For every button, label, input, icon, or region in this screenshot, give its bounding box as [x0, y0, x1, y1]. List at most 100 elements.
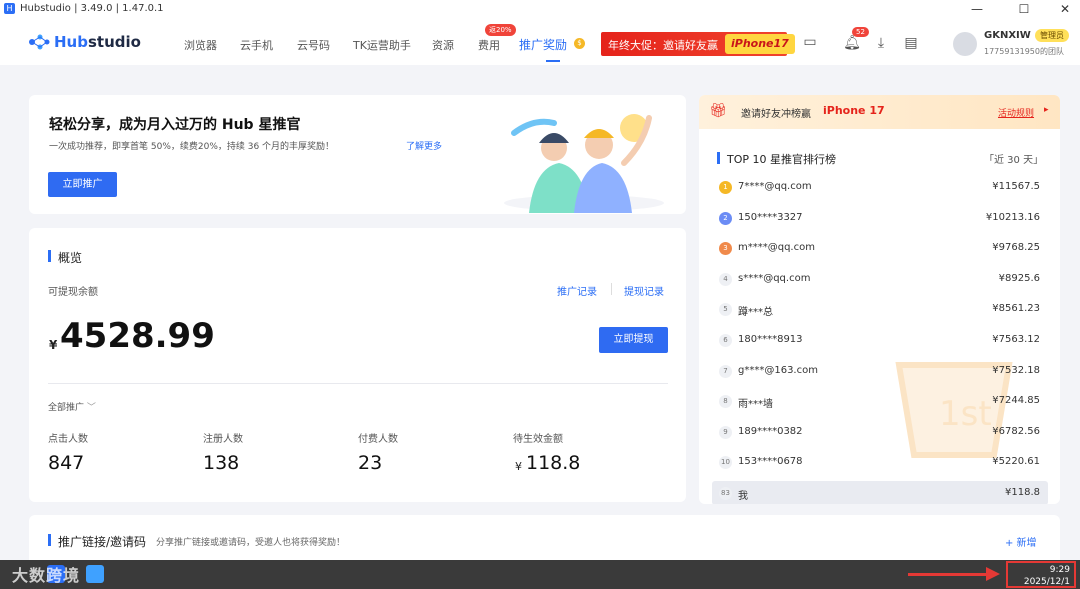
rank-name: 我 — [738, 491, 748, 502]
rank-name: 7****@qq.com — [738, 181, 812, 192]
active-tab-indicator — [546, 60, 560, 62]
top-nav: Hubstudio 浏览器 云手机 云号码 TK运营助手 资源 费用 返20% … — [0, 18, 1080, 65]
balance-label: 可提现余额 — [48, 287, 98, 298]
rank-number: 1 — [719, 181, 732, 194]
nav-resources[interactable]: 资源 — [432, 37, 454, 53]
pending-currency: ¥ — [515, 460, 522, 473]
ranking-row: 8 雨***墙 ¥7244.85 — [712, 389, 1048, 413]
my-ranking-row: 83 我 ¥118.8 — [712, 481, 1048, 504]
ranking-row: 6 180****8913 ¥7563.12 — [712, 328, 1048, 352]
links-subtitle: 分享推广链接或邀请码，受邀人也将获得奖励！ — [156, 538, 346, 548]
ranking-title: TOP 10 星推官排行榜 — [727, 153, 837, 166]
balance-value: 4528.99 — [60, 316, 215, 356]
stat-label-pending: 待生效金额 — [513, 434, 563, 445]
filter-dropdown[interactable]: 全部推广 ﹀ — [48, 400, 96, 413]
rank-name: 雨***墙 — [738, 399, 773, 411]
learn-more-link[interactable]: 了解更多 — [406, 139, 442, 152]
hero-subtitle: 一次成功推荐，即享首笔 50%，续费20%，持续 36 个月的丰厚奖励！ — [49, 142, 335, 152]
section-marker — [48, 250, 51, 262]
coin-icon: $ — [574, 38, 585, 49]
taskbar-clock[interactable]: 9:29 2025/12/1 — [1006, 561, 1076, 588]
role-badge: 管理员 — [1035, 29, 1069, 42]
nav-cloud-number[interactable]: 云号码 — [297, 37, 330, 53]
taskbar-app-icon[interactable] — [86, 565, 104, 583]
divider — [48, 383, 668, 384]
ranking-row: 7 g****@163.com ¥7532.18 — [712, 359, 1048, 383]
rank-number: 6 — [719, 334, 732, 347]
rank-name: 蹲***总 — [738, 307, 773, 319]
promo-text: 年终大促：邀请好友赢 — [608, 39, 718, 52]
hero-illustration — [504, 114, 664, 213]
ranking-row: 5 蹲***总 ¥8561.23 — [712, 297, 1048, 321]
stat-value-pending: 118.8 — [526, 452, 581, 474]
withdraw-button[interactable]: 立即提现 — [599, 327, 668, 353]
rank-amount: ¥118.8 — [1005, 487, 1040, 498]
rank-amount: ¥8561.23 — [992, 303, 1040, 315]
watermark-logo: 大数跨境 — [12, 566, 81, 585]
nav-billing[interactable]: 费用 — [478, 37, 500, 53]
promo-prize: iPhone17 — [725, 34, 795, 54]
ranking-row: 3 m****@qq.com ¥9768.25 — [712, 236, 1048, 260]
brand-prefix: Hub — [54, 33, 88, 51]
rank-name: 153****0678 — [738, 456, 803, 468]
brand-logo-icon — [29, 34, 50, 50]
rank-amount: ¥5220.61 — [992, 456, 1040, 468]
stat-value-clicks: 847 — [48, 452, 85, 474]
nav-browser[interactable]: 浏览器 — [184, 37, 217, 53]
banner-text: 邀请好友冲榜赢 — [741, 109, 811, 120]
rank-amount: ¥9768.25 — [992, 242, 1040, 254]
rank-name: 189****0382 — [738, 425, 803, 437]
close-button[interactable]: ✕ — [1050, 0, 1080, 18]
section-marker — [717, 152, 720, 164]
avatar[interactable] — [953, 32, 977, 56]
ranking-banner: 🎁︎ 邀请好友冲榜赢 iPhone 17 活动规则 ▸ — [699, 95, 1060, 129]
team-name[interactable]: 17759131950的团队 — [984, 46, 1064, 57]
rank-amount: ¥7532.18 — [992, 364, 1040, 376]
rank-number: 5 — [719, 303, 732, 317]
promotion-records-link[interactable]: 推广记录 — [557, 283, 597, 298]
rank-number: 10 — [719, 456, 732, 470]
minimize-button[interactable]: — — [962, 0, 992, 18]
user-name: GKNXIW — [984, 30, 1031, 41]
links-title: 推广链接/邀请码 — [58, 535, 147, 549]
screen-icon[interactable]: ▭ — [800, 33, 820, 51]
stat-label-registrations: 注册人数 — [203, 434, 243, 445]
rank-number: 9 — [719, 425, 732, 439]
rank-name: g****@163.com — [738, 364, 818, 376]
nav-cloud-phone[interactable]: 云手机 — [240, 37, 273, 53]
maximize-button[interactable]: ☐ — [1009, 0, 1039, 18]
brand-suffix: studio — [87, 33, 141, 51]
ranking-row: 1 7****@qq.com ¥11567.5 — [712, 175, 1048, 199]
banner-prize: iPhone 17 — [823, 104, 885, 117]
nav-tk-assistant[interactable]: TK运营助手 — [353, 37, 411, 53]
ranking-row: 4 s****@qq.com ¥8925.6 — [712, 267, 1048, 291]
notification-count: 52 — [852, 27, 869, 37]
nav-referral-rewards[interactable]: 推广奖励 — [519, 36, 567, 53]
balance-currency: ¥ — [49, 338, 58, 352]
rank-name: 150****3327 — [738, 211, 803, 223]
stat-value-registrations: 138 — [203, 452, 240, 474]
hot-badge: 返20% — [485, 24, 516, 36]
chevron-down-icon: ﹀ — [86, 403, 96, 413]
rules-link[interactable]: 活动规则 — [998, 106, 1034, 119]
ranking-row: 2 150****3327 ¥10213.16 — [712, 206, 1048, 230]
download-icon[interactable]: ⤓ — [871, 34, 891, 52]
stat-value-paid: 23 — [358, 452, 383, 474]
rank-amount: ¥11567.5 — [992, 181, 1040, 192]
rank-number: 4 — [719, 272, 732, 286]
hero-card: 轻松分享，成为月入过万的 Hub 星推官 一次成功推荐，即享首笔 50%，续费2… — [29, 95, 686, 214]
rank-name: s****@qq.com — [738, 272, 811, 284]
promo-banner[interactable]: 年终大促：邀请好友赢 iPhone17 — [601, 32, 795, 56]
settings-doc-icon[interactable]: ▤ — [901, 34, 921, 52]
filter-label: 全部推广 — [48, 403, 85, 413]
ranking-row: 10 153****0678 ¥5220.61 — [712, 450, 1048, 474]
rank-amount: ¥10213.16 — [985, 211, 1040, 223]
rank-amount: ¥7244.85 — [992, 395, 1040, 407]
promote-now-button[interactable]: 立即推广 — [48, 172, 117, 197]
add-link-button[interactable]: + 新增 — [1005, 534, 1037, 549]
withdraw-records-link[interactable]: 提现记录 — [624, 283, 664, 298]
clock-date: 2025/12/1 — [1023, 577, 1070, 587]
clock-time: 9:29 — [1049, 565, 1070, 575]
hero-title: 轻松分享，成为月入过万的 Hub 星推官 — [49, 117, 301, 133]
title-bar: H Hubstudio | 3.49.0 | 1.47.0.1 — ☐ ✕ — [0, 0, 1080, 18]
